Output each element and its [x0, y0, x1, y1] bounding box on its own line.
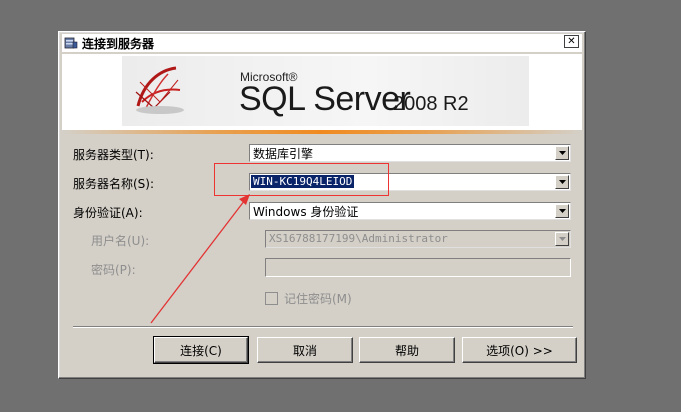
server-name-label: 服务器名称(S): — [73, 177, 155, 191]
close-icon: ✕ — [567, 35, 576, 47]
remember-password-label: 记住密码(M) — [284, 292, 352, 306]
connect-dialog: 连接到服务器 ✕ Microsoft® SQL Server 2008 R2 服… — [58, 31, 586, 379]
server-type-select[interactable]: 数据库引擎 — [249, 144, 571, 162]
chevron-down-icon — [558, 209, 566, 213]
username-select[interactable]: XS16788177199\Administrator — [265, 230, 571, 248]
username-dropdown-button[interactable] — [555, 232, 569, 246]
password-field[interactable] — [265, 258, 571, 277]
server-type-label: 服务器类型(T): — [73, 148, 154, 162]
banner-accent-bar — [62, 130, 582, 134]
remember-password-row[interactable]: 记住密码(M) — [265, 290, 352, 307]
dialog-title: 连接到服务器 — [82, 36, 155, 51]
chevron-down-icon — [558, 151, 566, 155]
connect-button-label: 连接(C) — [180, 343, 222, 358]
options-button-label: 选项(O) >> — [486, 343, 553, 358]
auth-label: 身份验证(A): — [73, 206, 143, 220]
password-label: 密码(P): — [91, 263, 136, 277]
auth-value: Windows 身份验证 — [253, 205, 359, 219]
auth-dropdown-button[interactable] — [555, 204, 569, 218]
username-value: XS16788177199\Administrator — [269, 232, 448, 245]
annotation-box — [214, 163, 389, 196]
remember-password-checkbox[interactable] — [265, 292, 278, 305]
server-icon — [64, 36, 78, 50]
logo-block: Microsoft® SQL Server 2008 R2 — [122, 56, 529, 126]
sql-server-logo-icon — [135, 66, 184, 114]
product-banner: Microsoft® SQL Server 2008 R2 — [62, 54, 582, 130]
username-label: 用户名(U): — [91, 234, 150, 248]
product-version: 2008 R2 — [393, 93, 469, 115]
auth-select[interactable]: Windows 身份验证 — [249, 202, 571, 220]
options-button[interactable]: 选项(O) >> — [462, 337, 577, 363]
help-button[interactable]: 帮助 — [359, 337, 455, 363]
chevron-down-icon — [558, 180, 566, 184]
cancel-button-label: 取消 — [292, 343, 317, 358]
server-name-dropdown-button[interactable] — [555, 175, 569, 189]
server-type-value: 数据库引擎 — [253, 147, 314, 161]
chevron-down-icon — [558, 237, 566, 241]
server-type-dropdown-button[interactable] — [555, 146, 569, 160]
close-button[interactable]: ✕ — [564, 35, 579, 48]
cancel-button[interactable]: 取消 — [257, 337, 353, 363]
title-bar: 连接到服务器 ✕ — [62, 34, 582, 52]
product-name: SQL Server — [239, 80, 411, 118]
connect-button[interactable]: 连接(C) — [153, 336, 249, 364]
separator — [73, 326, 573, 328]
help-button-label: 帮助 — [394, 343, 419, 358]
